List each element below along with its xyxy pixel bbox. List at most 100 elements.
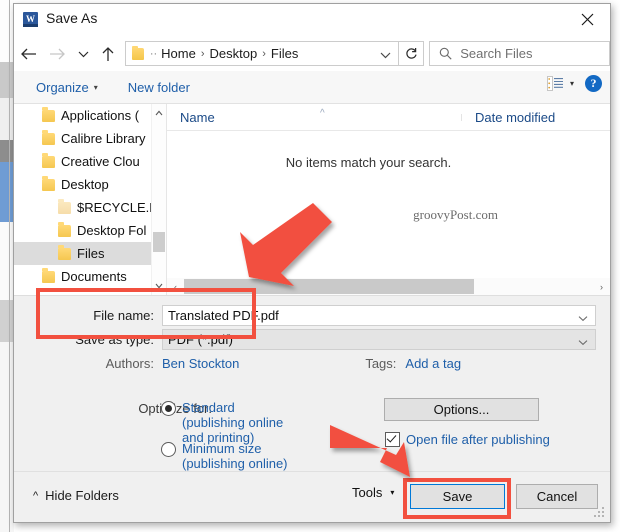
column-header-name-label: Name (180, 109, 215, 125)
watermark: groovyPost.com (413, 207, 498, 222)
breadcrumb-separator: › (262, 47, 266, 60)
save-as-type-row: Save as type: PDF (*.pdf) (14, 329, 610, 350)
hscroll-thumb[interactable] (184, 279, 474, 294)
navpane-scrollbar[interactable] (151, 104, 166, 295)
file-name-value: Translated PDF.pdf (168, 308, 279, 323)
column-header-row: Name ^ Date modified (167, 104, 610, 131)
navigation-bar: ·· Home › Desktop › Files Search Files (14, 36, 611, 71)
search-icon (439, 47, 452, 60)
save-as-type-label: Save as type: (75, 332, 154, 347)
file-name-input[interactable]: Translated PDF.pdf (162, 305, 596, 326)
tags-label: Tags: (365, 356, 397, 371)
browser-body: Applications ( Calibre Library Creative Cl… (14, 104, 610, 295)
navpane-item-label: $RECYCLE.BI (77, 200, 162, 215)
folder-icon (42, 130, 55, 145)
folder-icon (42, 107, 55, 122)
scroll-down-icon[interactable] (152, 279, 166, 293)
search-input[interactable]: Search Files (429, 41, 611, 66)
navpane-item[interactable]: Desktop (14, 173, 166, 196)
tools-chevron-down-icon: ▾ (390, 488, 395, 497)
folder-icon (42, 176, 55, 191)
hscroll-right-icon[interactable]: › (593, 278, 610, 295)
optimize-option-standard[interactable]: Standard (publishing online and printing… (161, 400, 301, 445)
scroll-up-icon[interactable] (152, 106, 166, 120)
radio-standard-icon[interactable] (161, 401, 176, 416)
open-file-after-publishing-checkbox-row[interactable]: Open file after publishing (385, 432, 550, 447)
optimize-option-minimum-label: Minimum size (publishing online) (182, 441, 288, 471)
save-as-type-chevron-down-icon[interactable] (578, 334, 588, 349)
optimize-option-minimum[interactable]: Minimum size (publishing online) (161, 441, 301, 471)
navpane-item[interactable]: Files (14, 242, 166, 265)
screenshot-root: W Save As ·· Home › Desktop › Files Sear… (0, 0, 620, 532)
new-folder-button[interactable]: New folder (119, 75, 199, 99)
navpane-item-label: Files (77, 246, 105, 261)
hscroll-track[interactable] (184, 279, 593, 294)
options-button[interactable]: Options... (384, 398, 539, 421)
file-list-pane: Name ^ Date modified No items match your… (166, 104, 610, 295)
refresh-icon[interactable] (398, 41, 425, 66)
dialog-footer: ^ Hide Folders Tools ▾ Save Cancel (14, 471, 610, 522)
folder-icon (42, 153, 55, 168)
background-window-strip (0, 0, 14, 532)
save-button[interactable]: Save (410, 484, 505, 509)
up-arrow-icon[interactable] (94, 39, 123, 69)
word-icon: W (23, 12, 38, 27)
radio-minimum-icon[interactable] (161, 442, 176, 457)
open-after-publishing-checkbox-icon[interactable] (385, 432, 400, 447)
hide-folders-button[interactable]: ^ Hide Folders (33, 488, 119, 503)
navpane-item[interactable]: Calibre Library (14, 127, 166, 150)
column-header-date-label: Date modified (475, 109, 556, 125)
hscroll-left-icon[interactable]: ‹ (167, 278, 184, 295)
address-bar[interactable]: ·· Home › Desktop › Files (124, 41, 399, 66)
column-divider[interactable] (461, 113, 462, 121)
navpane-item[interactable]: $RECYCLE.BI (14, 196, 166, 219)
organize-button[interactable]: Organize ▾ (27, 75, 107, 99)
breadcrumb-item-2[interactable]: Files (270, 46, 299, 61)
folder-icon (58, 199, 71, 214)
column-header-date-modified[interactable]: Date modified (462, 110, 555, 125)
breadcrumb-item-1[interactable]: Desktop (209, 46, 259, 61)
open-after-publishing-label: Open file after publishing (406, 432, 550, 447)
authors-value[interactable]: Ben Stockton (162, 356, 239, 371)
save-as-type-value: PDF (*.pdf) (168, 332, 234, 347)
back-arrow-icon[interactable] (14, 39, 43, 69)
file-name-chevron-down-icon[interactable] (578, 310, 588, 325)
close-icon[interactable] (565, 4, 610, 35)
navpane-item-label: Applications ( (61, 108, 140, 123)
navpane-item[interactable]: Applications ( (14, 104, 166, 127)
help-button[interactable]: ? (585, 75, 602, 92)
tags-value[interactable]: Add a tag (405, 356, 461, 371)
navpane-item-label: Documents (61, 269, 127, 284)
optimize-option-standard-label: Standard (publishing online and printing… (182, 400, 284, 445)
folder-icon (42, 268, 55, 283)
file-list-horizontal-scrollbar[interactable]: ‹ › (167, 278, 610, 295)
tools-button[interactable]: Tools ▾ (352, 485, 394, 500)
navpane-scroll-thumb[interactable] (153, 232, 165, 252)
navpane-item[interactable]: Documents (14, 265, 166, 288)
navigation-pane: Applications ( Calibre Library Creative Cl… (14, 104, 166, 295)
view-chevron-down-icon[interactable]: ▾ (570, 79, 574, 88)
file-name-row: File name: Translated PDF.pdf (14, 305, 610, 326)
resize-grip[interactable] (594, 507, 605, 518)
folder-icon (131, 45, 144, 60)
empty-state-message: No items match your search. (285, 155, 452, 170)
address-chevron-down-icon[interactable] (380, 47, 391, 62)
breadcrumb-separator: › (200, 47, 205, 60)
navpane-item[interactable]: Desktop Fol (14, 219, 166, 242)
new-folder-label: New folder (127, 79, 190, 95)
hide-folders-label: Hide Folders (45, 488, 119, 503)
cancel-button[interactable]: Cancel (516, 484, 598, 509)
file-name-label: File name: (93, 308, 154, 323)
navpane-item[interactable]: Creative Clou (14, 150, 166, 173)
column-header-name[interactable]: Name ^ (167, 108, 462, 125)
recent-locations-chevron-down-icon[interactable] (72, 39, 93, 69)
navpane-item-label: Desktop Fol (77, 223, 147, 238)
breadcrumb-item-0[interactable]: Home (160, 46, 197, 61)
list-view-icon[interactable] (547, 76, 565, 92)
organize-label: Organize (36, 79, 89, 95)
hide-folders-caret-up-icon: ^ (33, 489, 39, 502)
metadata-row: Authors: Ben Stockton Tags: Add a tag (14, 356, 610, 371)
title-bar: W Save As (14, 4, 610, 36)
search-placeholder: Search Files (460, 46, 533, 61)
save-as-type-select[interactable]: PDF (*.pdf) (162, 329, 596, 350)
